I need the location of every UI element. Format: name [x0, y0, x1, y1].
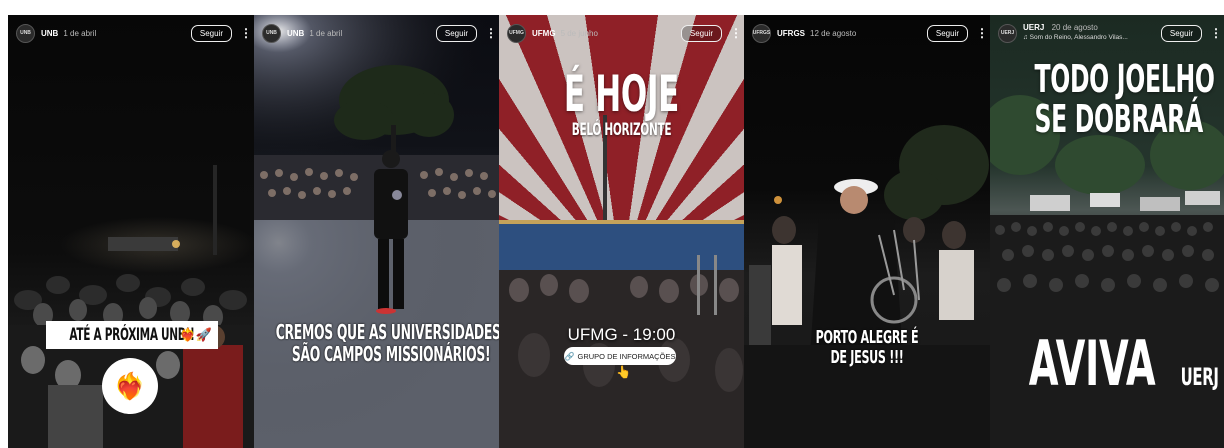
link-sticker[interactable]: 🔗 GRUPO DE INFORMAÇÕES — [564, 347, 676, 365]
caption-line-1: CREMOS QUE AS UNIVERSIDADES — [275, 320, 499, 344]
subheadline-text: BELÓ HORIZONTE — [571, 120, 672, 140]
story-footer-text: AVIVA UERJ — [990, 333, 1224, 395]
username[interactable]: UERJ — [1023, 23, 1044, 32]
link-icon: 🔗 — [564, 351, 575, 361]
post-date: 20 de agosto — [1051, 23, 1098, 32]
post-date: 5 de junho — [560, 28, 598, 38]
caption-line-2: DE JESUS !!! — [830, 347, 904, 368]
header-meta: UERJ 20 de agosto ♫ Som do Reino, Alessa… — [1023, 23, 1128, 43]
story-caption: PORTO ALEGRE É DE JESUS !!! — [744, 328, 990, 368]
follow-button[interactable]: Seguir — [1160, 24, 1202, 42]
avatar[interactable]: UNB — [16, 23, 35, 43]
crowd-scene — [744, 125, 990, 448]
more-options-icon[interactable]: ⋮ — [976, 26, 988, 40]
footer-big-text: AVIVA — [1028, 327, 1156, 400]
avatar[interactable]: UNB — [262, 23, 281, 43]
more-options-icon[interactable]: ⋮ — [485, 26, 497, 40]
avatar[interactable]: UFMG — [507, 23, 526, 43]
link-label: GRUPO DE INFORMAÇÕES — [577, 351, 676, 361]
story-caption: CREMOS QUE AS UNIVERSIDADES SÃO CAMPOS M… — [254, 321, 499, 368]
more-options-icon[interactable]: ⋮ — [240, 26, 252, 40]
more-options-icon[interactable]: ⋮ — [730, 26, 742, 40]
fire-heart-rocket-icon: ❤️‍🔥🚀 — [179, 327, 212, 342]
follow-button[interactable]: Seguir — [435, 24, 477, 42]
username[interactable]: UFMG — [532, 29, 556, 38]
follow-button[interactable]: Seguir — [190, 24, 232, 42]
follow-button[interactable]: Seguir — [680, 24, 722, 42]
story-header: UFMG UFMG 5 de junho Seguir ⋮ — [499, 15, 744, 51]
username[interactable]: UNB — [41, 29, 58, 38]
avatar[interactable]: UFRGS — [752, 23, 771, 43]
story-header: UNB UNB 1 de abril Seguir ⋮ — [254, 15, 499, 51]
story-headline: É HOJE BELÓ HORIZONTE — [499, 67, 744, 139]
post-date: 1 de abril — [309, 28, 343, 38]
music-attribution[interactable]: ♫ Som do Reino, Alessandro Vilas... — [1023, 33, 1128, 43]
username[interactable]: UFRGS — [777, 29, 805, 38]
more-options-icon[interactable]: ⋮ — [1210, 26, 1222, 40]
story-header: UFRGS UFRGS 12 de agosto Seguir ⋮ — [744, 15, 990, 51]
emoji-reaction-sticker[interactable]: ❤️‍🔥 — [102, 358, 158, 414]
headline-line-1: TODO JOELHO — [1034, 57, 1215, 101]
hand-cursor-icon: 👆 — [616, 365, 631, 379]
username[interactable]: UNB — [287, 29, 304, 38]
story-uerj[interactable]: UERJ UERJ 20 de agosto ♫ Som do Reino, A… — [990, 15, 1224, 448]
story-headline: TODO JOELHO SE DOBRARÁ — [990, 59, 1224, 139]
post-date: 1 de abril — [63, 28, 97, 38]
avatar[interactable]: UERJ — [998, 23, 1017, 43]
stage-scene — [254, 15, 499, 448]
stories-strip: UNB UNB 1 de abril Seguir ⋮ ATÉ A PRÓXIM… — [8, 15, 1224, 448]
story-header: UERJ UERJ 20 de agosto ♫ Som do Reino, A… — [990, 15, 1224, 51]
story-ufrgs[interactable]: UFRGS UFRGS 12 de agosto Seguir ⋮ PORTO … — [744, 15, 990, 448]
caption-line-2: SÃO CAMPOS MISSIONÁRIOS! — [291, 342, 491, 366]
footer-small-text: UERJ — [1180, 363, 1219, 391]
event-time: UFMG - 19:00 — [567, 325, 676, 344]
follow-button[interactable]: Seguir — [926, 24, 968, 42]
story-caption: ATÉ A PRÓXIMA UNB!! ❤️‍🔥🚀 — [46, 321, 218, 349]
story-ufmg[interactable]: UFMG UFMG 5 de junho Seguir ⋮ É HOJE BEL… — [499, 15, 744, 448]
headline-line-2: SE DOBRARÁ — [1034, 97, 1203, 141]
story-unb-1[interactable]: UNB UNB 1 de abril Seguir ⋮ ATÉ A PRÓXIM… — [8, 15, 254, 448]
story-header: UNB UNB 1 de abril Seguir ⋮ — [8, 15, 254, 51]
caption-line-1: PORTO ALEGRE É — [815, 327, 919, 348]
headline-text: É HOJE — [563, 65, 680, 123]
story-unb-2[interactable]: UNB UNB 1 de abril Seguir ⋮ CREMOS QUE A… — [254, 15, 499, 448]
fire-heart-icon: ❤️‍🔥 — [113, 370, 147, 401]
post-date: 12 de agosto — [810, 28, 857, 38]
